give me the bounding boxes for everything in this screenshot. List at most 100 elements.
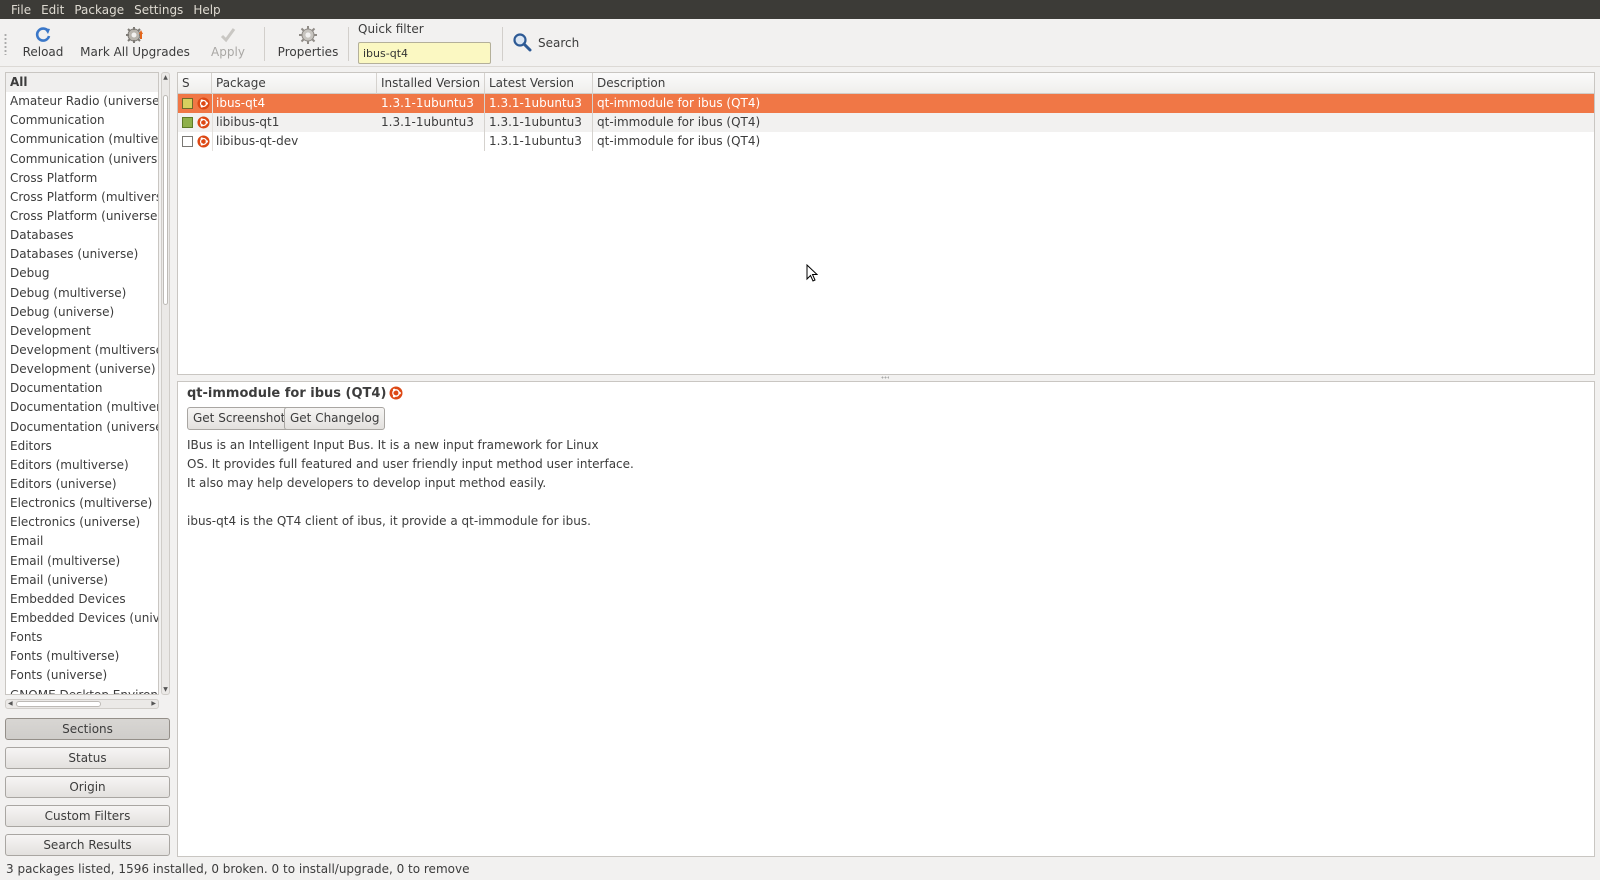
category-vertical-scrollbar[interactable]: ▲ ▼ [161,72,170,695]
cell-package: ibus-qt4 [216,96,266,110]
category-item[interactable]: Email [6,532,158,551]
category-item[interactable]: Cross Platform (multiverse [6,188,158,207]
category-item[interactable]: Editors (multiverse) [6,456,158,475]
ubuntu-package-icon [197,135,210,148]
cell-package: libibus-qt1 [216,115,280,129]
install-checkbox[interactable] [182,98,193,109]
category-item[interactable]: Fonts (universe) [6,666,158,685]
category-item[interactable]: Embedded Devices (univers [6,609,158,628]
apply-button[interactable]: Apply [204,23,252,63]
cell-latest-version: 1.3.1-1ubuntu3 [485,113,593,132]
category-item[interactable]: Editors [6,437,158,456]
sections-button[interactable]: Sections [5,718,170,740]
properties-label: Properties [277,45,339,59]
column-header-latest-version[interactable]: Latest Version [485,73,593,94]
table-row[interactable]: libibus-qt1 1.3.1-1ubuntu3 1.3.1-1ubuntu3 q… [178,113,1594,132]
description-line: IBus is an Intelligent Input Bus. It is … [187,438,599,452]
properties-button[interactable]: Properties [276,23,340,63]
table-header: S Package Installed Version Latest Versi… [178,73,1594,94]
category-item[interactable]: Email (universe) [6,571,158,590]
category-item[interactable]: Communication (multivers [6,130,158,149]
category-item[interactable]: All [6,73,158,93]
category-item[interactable]: Documentation (universe) [6,418,158,437]
category-item[interactable]: Debug (universe) [6,303,158,322]
scroll-up-arrow-icon[interactable]: ▲ [162,74,169,81]
category-item[interactable]: Fonts (multiverse) [6,647,158,666]
scroll-down-arrow-icon[interactable]: ▼ [162,686,169,693]
install-checkbox[interactable] [182,136,193,147]
toolbar-grip[interactable] [4,33,7,55]
search-label: Search [538,36,580,50]
scroll-left-arrow-icon[interactable]: ◀ [8,700,13,708]
category-item[interactable]: Documentation [6,379,158,398]
category-list: All Amateur Radio (universe) Communication… [5,72,159,695]
reload-icon [32,25,54,45]
category-item[interactable]: Amateur Radio (universe) [6,92,158,111]
menu-file[interactable]: File [6,3,36,17]
get-changelog-button[interactable]: Get Changelog [284,407,386,430]
properties-gear-icon [297,25,319,45]
category-horizontal-scrollbar[interactable]: ◀ ▶ [5,699,159,709]
category-item[interactable]: Electronics (universe) [6,513,158,532]
category-item[interactable]: Fonts [6,628,158,647]
category-item[interactable]: Communication [6,111,158,130]
table-row[interactable]: ibus-qt4 1.3.1-1ubuntu3 1.3.1-1ubuntu3 qt-i… [178,94,1594,113]
column-header-description[interactable]: Description [593,73,1594,94]
menu-help[interactable]: Help [188,3,225,17]
cell-latest-version: 1.3.1-1ubuntu3 [485,132,593,151]
cell-package: libibus-qt-dev [216,134,299,148]
cell-description: qt-immodule for ibus (QT4) [597,134,761,148]
toolbar-separator [502,27,503,61]
category-item[interactable]: GNOME Desktop Environm [6,686,158,695]
category-item[interactable]: Editors (universe) [6,475,158,494]
column-header-status[interactable]: S [178,73,212,94]
category-item[interactable]: Electronics (multiverse) [6,494,158,513]
description-line [187,493,887,512]
ubuntu-icon [389,386,403,400]
column-header-package[interactable]: Package [212,73,377,94]
upgrade-gear-icon [124,25,146,45]
category-item[interactable]: Debug [6,264,158,283]
mark-all-upgrades-button[interactable]: Mark All Upgrades [80,23,190,63]
cell-installed-version [377,132,485,151]
category-item[interactable]: Cross Platform (universe) [6,207,158,226]
menu-edit[interactable]: Edit [36,3,69,17]
search-results-button[interactable]: Search Results [5,834,170,856]
category-item[interactable]: Debug (multiverse) [6,284,158,303]
install-checkbox[interactable] [182,117,193,128]
category-item[interactable]: Databases [6,226,158,245]
cell-installed-version: 1.3.1-1ubuntu3 [377,113,485,132]
ubuntu-package-icon [197,116,210,129]
status-button[interactable]: Status [5,747,170,769]
menu-settings[interactable]: Settings [129,3,188,17]
package-description: IBus is an Intelligent Input Bus. It is … [187,436,887,531]
category-item[interactable]: Development [6,322,158,341]
toolbar-separator [264,27,265,61]
apply-label: Apply [211,45,245,59]
reload-button[interactable]: Reload [20,23,66,63]
category-item[interactable]: Cross Platform [6,169,158,188]
menu-package[interactable]: Package [69,3,129,17]
category-item[interactable]: Email (multiverse) [6,552,158,571]
description-line: It also may help developers to develop i… [187,476,547,490]
category-item[interactable]: Development (universe) [6,360,158,379]
origin-button[interactable]: Origin [5,776,170,798]
cell-description: qt-immodule for ibus (QT4) [597,96,761,110]
scrollbar-thumb[interactable] [16,701,101,707]
category-item[interactable]: Documentation (multiverse [6,398,158,417]
scroll-right-arrow-icon[interactable]: ▶ [151,700,156,708]
search-button[interactable]: Search [512,31,579,55]
category-item[interactable]: Development (multiverse) [6,341,158,360]
quick-filter-input[interactable] [358,42,491,64]
column-header-installed-version[interactable]: Installed Version [377,73,485,94]
category-item[interactable]: Communication (universe) [6,150,158,169]
category-item[interactable]: Databases (universe) [6,245,158,264]
scrollbar-thumb[interactable] [163,95,168,305]
category-item[interactable]: Embedded Devices [6,590,158,609]
description-line: OS. It provides full featured and user f… [187,457,634,471]
table-row[interactable]: libibus-qt-dev 1.3.1-1ubuntu3 qt-immodule … [178,132,1594,151]
custom-filters-button[interactable]: Custom Filters [5,805,170,827]
quick-filter-label: Quick filter [358,22,424,36]
get-screenshot-button[interactable]: Get Screenshot [187,407,292,430]
splitter-grip[interactable] [881,376,889,379]
